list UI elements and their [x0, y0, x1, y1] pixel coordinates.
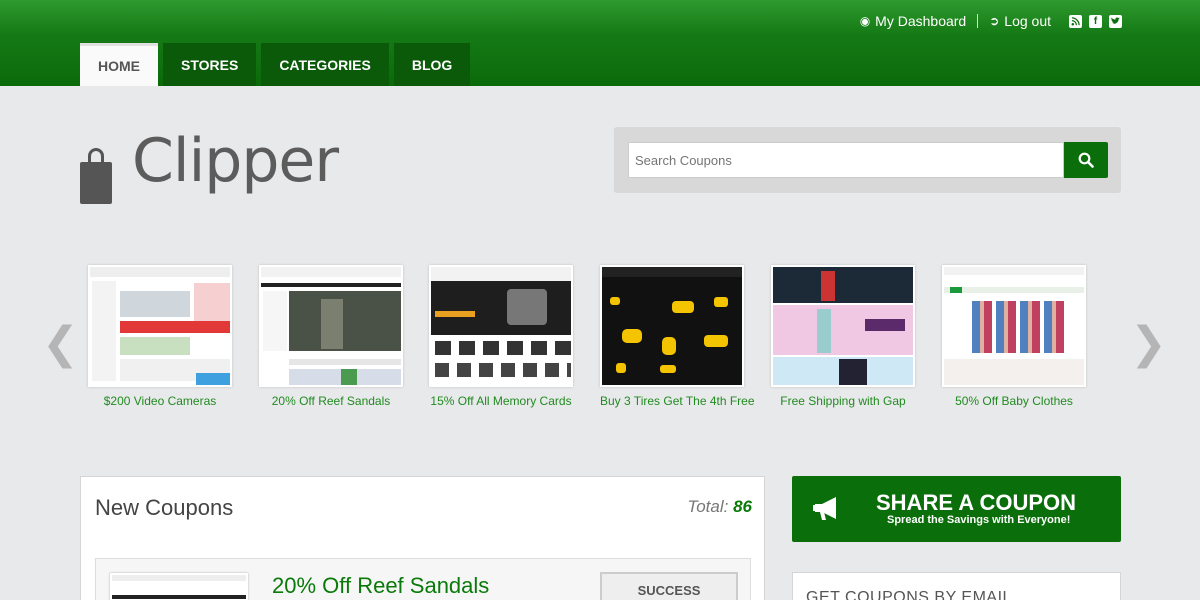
- carousel-slide: 15% Off All Memory Cards: [429, 265, 573, 408]
- carousel-prev-arrow[interactable]: ❮: [42, 318, 79, 369]
- facebook-icon[interactable]: f: [1089, 14, 1102, 28]
- slide-caption[interactable]: 20% Off Reef Sandals: [259, 394, 403, 408]
- carousel-slide: 50% Off Baby Clothes: [942, 265, 1086, 408]
- header-bar: ◉ My Dashboard ➲ Log out f HOME STORES C…: [0, 0, 1200, 86]
- total-value: 86: [733, 497, 752, 516]
- carousel-slide: Buy 3 Tires Get The 4th Free: [600, 265, 755, 408]
- slide-caption[interactable]: 15% Off All Memory Cards: [429, 394, 573, 408]
- success-button[interactable]: SUCCESS: [600, 572, 738, 600]
- logout-link[interactable]: ➲ Log out: [989, 13, 1051, 29]
- slide-caption[interactable]: 50% Off Baby Clothes: [942, 394, 1086, 408]
- carousel-slide: Free Shipping with Gap: [771, 265, 915, 408]
- coupon-card: 20% Off Reef Sandals SUCCESS: [95, 558, 751, 600]
- slide-thumbnail[interactable]: [771, 265, 915, 387]
- search-box: [614, 127, 1121, 193]
- search-input[interactable]: [628, 142, 1064, 178]
- rss-icon[interactable]: [1069, 14, 1082, 28]
- divider: [977, 14, 979, 28]
- nav-tab-stores[interactable]: STORES: [163, 43, 257, 86]
- logout-label: Log out: [1004, 13, 1051, 29]
- new-coupons-panel: New Coupons Total: 86 20% Off Reef Sanda…: [80, 476, 765, 600]
- nav-tab-categories[interactable]: CATEGORIES: [261, 43, 389, 86]
- slide-thumbnail[interactable]: [942, 265, 1086, 387]
- megaphone-icon: [813, 497, 836, 520]
- main-nav: HOME STORES CATEGORIES BLOG: [80, 43, 471, 86]
- share-subtitle: Spread the Savings with Everyone!: [887, 514, 1071, 526]
- coupon-total: Total: 86: [687, 497, 752, 517]
- dashboard-icon: ◉: [859, 14, 871, 28]
- logo-text: Clipper: [132, 126, 339, 196]
- email-signup-widget: GET COUPONS BY EMAIL: [792, 572, 1121, 600]
- slide-thumbnail[interactable]: [88, 265, 232, 387]
- slide-thumbnail[interactable]: [600, 265, 744, 387]
- slide-thumbnail[interactable]: [259, 265, 403, 387]
- slide-caption[interactable]: Buy 3 Tires Get The 4th Free: [600, 394, 755, 408]
- nav-tab-home[interactable]: HOME: [80, 43, 158, 86]
- share-coupon-button[interactable]: SHARE A COUPON Spread the Savings with E…: [792, 476, 1121, 542]
- slide-thumbnail[interactable]: [429, 265, 573, 387]
- my-dashboard-link[interactable]: ◉ My Dashboard: [860, 13, 967, 29]
- twitter-icon[interactable]: [1109, 14, 1122, 28]
- panel-title: New Coupons: [95, 495, 234, 520]
- shopping-bag-icon: [80, 146, 112, 204]
- carousel-next-arrow[interactable]: ❯: [1130, 318, 1167, 369]
- user-links: ◉ My Dashboard ➲ Log out f: [860, 13, 1122, 29]
- search-button[interactable]: [1064, 142, 1108, 178]
- social-links: f: [1069, 14, 1122, 28]
- carousel-slide: 20% Off Reef Sandals: [259, 265, 403, 408]
- site-logo[interactable]: Clipper: [80, 126, 339, 204]
- carousel-slide: $200 Video Cameras: [88, 265, 232, 408]
- nav-tab-blog[interactable]: BLOG: [393, 43, 471, 86]
- slide-caption[interactable]: $200 Video Cameras: [88, 394, 232, 408]
- search-icon: [1078, 152, 1094, 168]
- my-dashboard-label: My Dashboard: [875, 13, 967, 29]
- coupon-title[interactable]: 20% Off Reef Sandals: [272, 573, 489, 599]
- logout-icon: ➲: [989, 14, 1000, 28]
- share-title: SHARE A COUPON: [876, 490, 1077, 515]
- email-widget-title: GET COUPONS BY EMAIL: [806, 589, 1012, 600]
- total-label: Total:: [687, 497, 729, 516]
- coupon-thumbnail[interactable]: [110, 573, 248, 600]
- slide-caption[interactable]: Free Shipping with Gap: [771, 394, 915, 408]
